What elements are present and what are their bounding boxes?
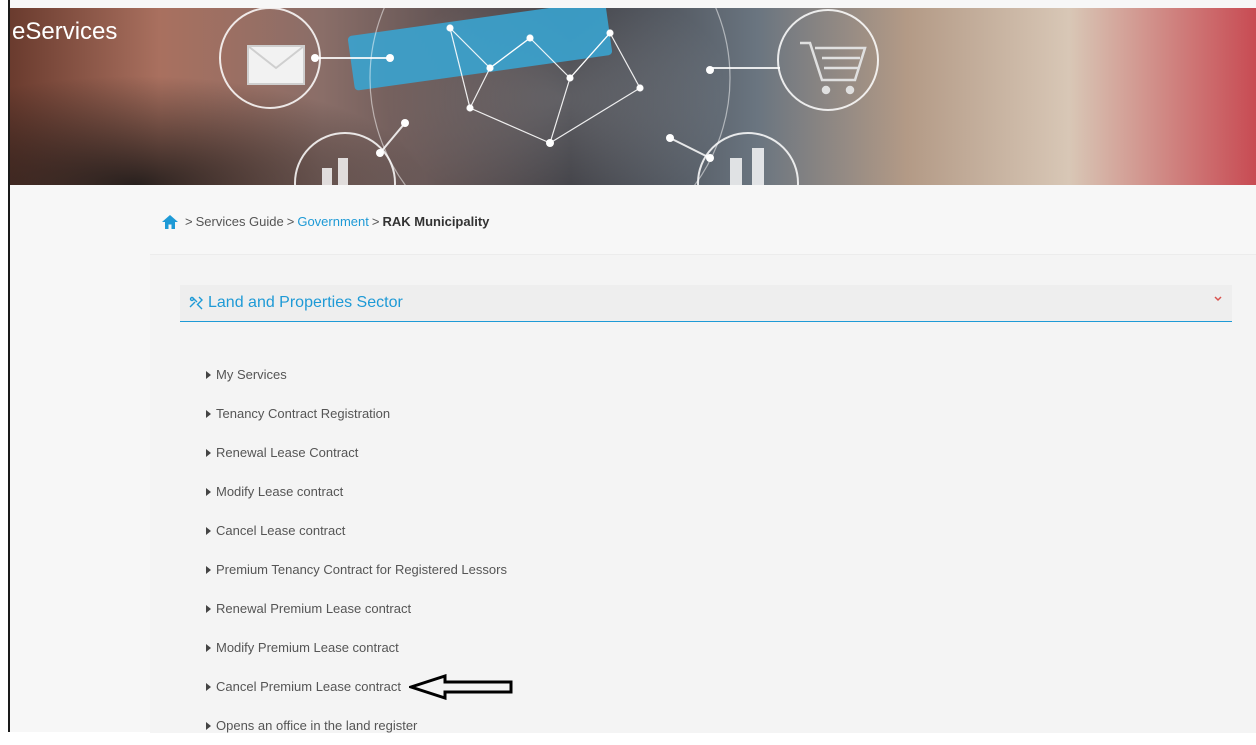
sector-title: Land and Properties Sector [208, 294, 403, 311]
caret-right-icon [206, 682, 211, 691]
service-item-opens-office[interactable]: Opens an office in the land register [206, 706, 1206, 745]
sector-icon [189, 296, 203, 310]
home-icon[interactable] [162, 214, 178, 229]
sector-accordion-header[interactable]: Land and Properties Sector [180, 285, 1232, 322]
service-item-modify-premium-lease[interactable]: Modify Premium Lease contract [206, 628, 1206, 667]
header-banner: eServices [10, 8, 1256, 185]
breadcrumb-government[interactable]: Government [297, 214, 369, 229]
page: eServices > Services Guide > Government … [10, 0, 1256, 733]
cart-icon [800, 41, 867, 95]
service-label: Tenancy Contract Registration [216, 406, 391, 421]
breadcrumb-separator: > [286, 214, 295, 229]
service-item-modify-lease[interactable]: Modify Lease contract [206, 472, 1206, 511]
breadcrumb-current: RAK Municipality [382, 214, 490, 229]
caret-right-icon [206, 487, 211, 496]
service-label: My Services [216, 367, 287, 382]
breadcrumb-separator: > [185, 214, 193, 229]
caret-right-icon [206, 370, 211, 379]
service-item-cancel-premium-lease[interactable]: Cancel Premium Lease contract [206, 667, 1206, 706]
service-label: Renewal Lease Contract [216, 445, 359, 460]
caret-right-icon [206, 526, 211, 535]
service-item-premium-tenancy[interactable]: Premium Tenancy Contract for Registered … [206, 550, 1206, 589]
service-list: My Services Tenancy Contract Registratio… [206, 355, 1206, 745]
breadcrumb: > Services Guide > Government > RAK Muni… [162, 214, 489, 229]
chevron-down-icon[interactable] [1212, 293, 1224, 305]
breadcrumb-services-guide[interactable]: Services Guide [196, 214, 284, 229]
service-label: Opens an office in the land register [216, 718, 418, 733]
service-item-tenancy-registration[interactable]: Tenancy Contract Registration [206, 394, 1206, 433]
caret-right-icon [206, 565, 211, 574]
service-label: Modify Lease contract [216, 484, 344, 499]
network-illustration [219, 8, 879, 185]
caret-right-icon [206, 448, 211, 457]
service-item-renewal-lease[interactable]: Renewal Lease Contract [206, 433, 1206, 472]
service-label: Cancel Premium Lease contract [216, 679, 401, 694]
breadcrumb-separator: > [371, 214, 380, 229]
service-item-my-services[interactable]: My Services [206, 355, 1206, 394]
caret-right-icon [206, 721, 211, 730]
site-title: eServices [12, 18, 118, 45]
envelope-icon [247, 45, 305, 85]
caret-right-icon [206, 409, 211, 418]
service-item-renewal-premium-lease[interactable]: Renewal Premium Lease contract [206, 589, 1206, 628]
service-label: Modify Premium Lease contract [216, 640, 399, 655]
left-arrow-icon [408, 673, 513, 700]
services-panel: Land and Properties Sector My Services T… [150, 254, 1256, 733]
service-label: Renewal Premium Lease contract [216, 601, 412, 616]
caret-right-icon [206, 604, 211, 613]
caret-right-icon [206, 643, 211, 652]
service-item-cancel-lease[interactable]: Cancel Lease contract [206, 511, 1206, 550]
service-label: Cancel Lease contract [216, 523, 346, 538]
service-label: Premium Tenancy Contract for Registered … [216, 562, 507, 577]
